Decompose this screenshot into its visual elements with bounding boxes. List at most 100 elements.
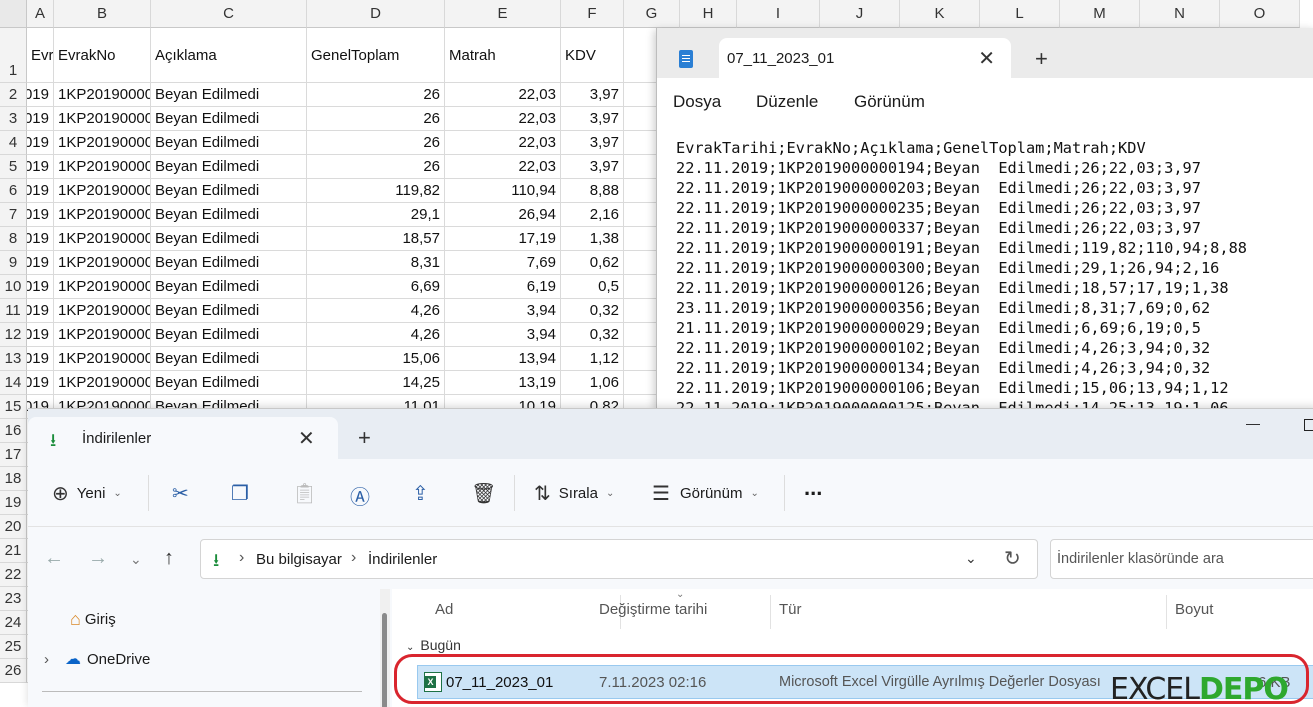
nav-item-home[interactable]: ⌂ Giriş (70, 609, 116, 630)
header-cell[interactable]: EvrakTarihi (27, 28, 54, 83)
view-button[interactable]: ☰ Görünüm ⌄ (652, 481, 759, 506)
sheet-cell[interactable]: 22.11.2019 (27, 299, 54, 323)
sheet-cell[interactable]: 119,82 (307, 179, 445, 203)
select-all-corner[interactable] (0, 0, 27, 28)
row-header-21[interactable]: 21 (0, 539, 27, 563)
cut-button[interactable]: ✂ (172, 481, 189, 506)
column-header-g[interactable]: G (624, 0, 680, 28)
sheet-cell[interactable]: 22.11.2019 (27, 107, 54, 131)
sheet-cell[interactable]: 0,5 (561, 275, 624, 299)
breadcrumb-bu-bilgisayar[interactable]: Bu bilgisayar (256, 551, 342, 568)
column-header-d[interactable]: D (307, 0, 445, 28)
sheet-cell[interactable]: 0,62 (561, 251, 624, 275)
sheet-cell[interactable]: 110,94 (445, 179, 561, 203)
column-header-c[interactable]: C (151, 0, 307, 28)
sheet-cell[interactable]: Beyan Edilmedi (151, 227, 307, 251)
sheet-cell[interactable]: 1KP2019000000235 (54, 131, 151, 155)
column-header-b[interactable]: B (54, 0, 151, 28)
sheet-cell[interactable]: 26 (307, 131, 445, 155)
sheet-cell[interactable]: Beyan Edilmedi (151, 203, 307, 227)
sheet-cell[interactable]: 3,97 (561, 83, 624, 107)
sheet-cell[interactable]: 18,57 (307, 227, 445, 251)
sheet-cell[interactable]: Beyan Edilmedi (151, 107, 307, 131)
column-header-n[interactable]: N (1140, 0, 1220, 28)
column-header-o[interactable]: O (1220, 0, 1300, 28)
row-header-3[interactable]: 3 (0, 107, 27, 131)
address-bar[interactable]: ⭳ › Bu bilgisayar › İndirilenler ⌄ ↻ (200, 539, 1038, 579)
row-header-20[interactable]: 20 (0, 515, 27, 539)
sheet-cell[interactable]: 26 (307, 155, 445, 179)
header-cell[interactable]: GenelToplam (307, 28, 445, 83)
sheet-cell[interactable]: 22,03 (445, 107, 561, 131)
sheet-cell[interactable]: 3,97 (561, 107, 624, 131)
sheet-cell[interactable]: 1,38 (561, 227, 624, 251)
sheet-cell[interactable]: 22.11.2019 (27, 83, 54, 107)
search-input[interactable]: İndirilenler klasöründe ara (1050, 539, 1313, 579)
sheet-cell[interactable]: 26,94 (445, 203, 561, 227)
recent-chevron-icon[interactable]: ⌄ (130, 551, 142, 568)
column-header-modified[interactable]: Değiştirme tarihi (599, 601, 707, 618)
sheet-cell[interactable]: 26 (307, 107, 445, 131)
back-arrow-icon[interactable]: ← (44, 547, 64, 570)
group-header-today[interactable]: ⌄ Bugün (406, 637, 461, 653)
nav-item-onedrive[interactable]: › ☁ OneDrive (44, 649, 150, 669)
sheet-cell[interactable]: 1KP2019000000203 (54, 107, 151, 131)
sheet-cell[interactable]: 8,88 (561, 179, 624, 203)
row-header-23[interactable]: 23 (0, 587, 27, 611)
sheet-cell[interactable]: 3,94 (445, 299, 561, 323)
column-header-f[interactable]: F (561, 0, 624, 28)
new-button[interactable]: ⊕ Yeni ⌄ (52, 481, 122, 506)
row-header-18[interactable]: 18 (0, 467, 27, 491)
column-header-e[interactable]: E (445, 0, 561, 28)
sheet-cell[interactable]: 13,94 (445, 347, 561, 371)
sheet-cell[interactable]: 22.11.2019 (27, 227, 54, 251)
sheet-cell[interactable]: 22.11.2019 (27, 347, 54, 371)
more-options-button[interactable]: ... (804, 475, 822, 501)
row-header-1[interactable]: 1 (0, 28, 27, 83)
column-header-h[interactable]: H (680, 0, 737, 28)
sheet-cell[interactable]: Beyan Edilmedi (151, 131, 307, 155)
header-cell[interactable]: KDV (561, 28, 624, 83)
sheet-cell[interactable]: 1,06 (561, 371, 624, 395)
sheet-cell[interactable]: 1KP2019000000029 (54, 275, 151, 299)
sheet-cell[interactable]: 22.11.2019 (27, 179, 54, 203)
row-header-4[interactable]: 4 (0, 131, 27, 155)
sheet-cell[interactable]: 1KP2019000000337 (54, 155, 151, 179)
sheet-cell[interactable]: 13,19 (445, 371, 561, 395)
sheet-cell[interactable]: 22.11.2019 (27, 371, 54, 395)
column-header-type[interactable]: Tür (779, 601, 802, 618)
row-header-22[interactable]: 22 (0, 563, 27, 587)
up-arrow-icon[interactable]: ↑ (164, 547, 174, 570)
sheet-cell[interactable]: Beyan Edilmedi (151, 371, 307, 395)
column-header-m[interactable]: M (1060, 0, 1140, 28)
new-tab-icon[interactable]: + (358, 425, 371, 451)
header-cell[interactable]: Açıklama (151, 28, 307, 83)
sheet-cell[interactable]: 7,69 (445, 251, 561, 275)
sheet-cell[interactable]: 17,19 (445, 227, 561, 251)
row-header-11[interactable]: 11 (0, 299, 27, 323)
sheet-cell[interactable]: 29,1 (307, 203, 445, 227)
column-header-l[interactable]: L (980, 0, 1060, 28)
row-header-5[interactable]: 5 (0, 155, 27, 179)
copy-button[interactable]: ❐ (231, 481, 249, 506)
sheet-cell[interactable]: 22.11.2019 (27, 323, 54, 347)
sheet-cell[interactable]: 4,26 (307, 323, 445, 347)
sheet-cell[interactable]: Beyan Edilmedi (151, 83, 307, 107)
sheet-cell[interactable]: 1KP2019000000134 (54, 323, 151, 347)
sheet-cell[interactable]: 1KP2019000000125 (54, 371, 151, 395)
row-header-12[interactable]: 12 (0, 323, 27, 347)
sheet-cell[interactable]: 1KP2019000000102 (54, 299, 151, 323)
column-header-k[interactable]: K (900, 0, 980, 28)
sheet-cell[interactable]: Beyan Edilmedi (151, 251, 307, 275)
row-header-15[interactable]: 15 (0, 395, 27, 419)
sheet-cell[interactable]: Beyan Edilmedi (151, 155, 307, 179)
sheet-cell[interactable]: 22.11.2019 (27, 155, 54, 179)
rename-button[interactable]: Ⓐ (350, 481, 370, 510)
forward-arrow-icon[interactable]: → (88, 547, 108, 570)
nav-scrollbar[interactable] (380, 589, 390, 707)
sheet-cell[interactable]: Beyan Edilmedi (151, 275, 307, 299)
header-cell[interactable]: EvrakNo (54, 28, 151, 83)
column-header-j[interactable]: J (820, 0, 900, 28)
sort-button[interactable]: ⇅ Sırala ⌄ (534, 481, 614, 506)
sheet-cell[interactable]: 22,03 (445, 155, 561, 179)
